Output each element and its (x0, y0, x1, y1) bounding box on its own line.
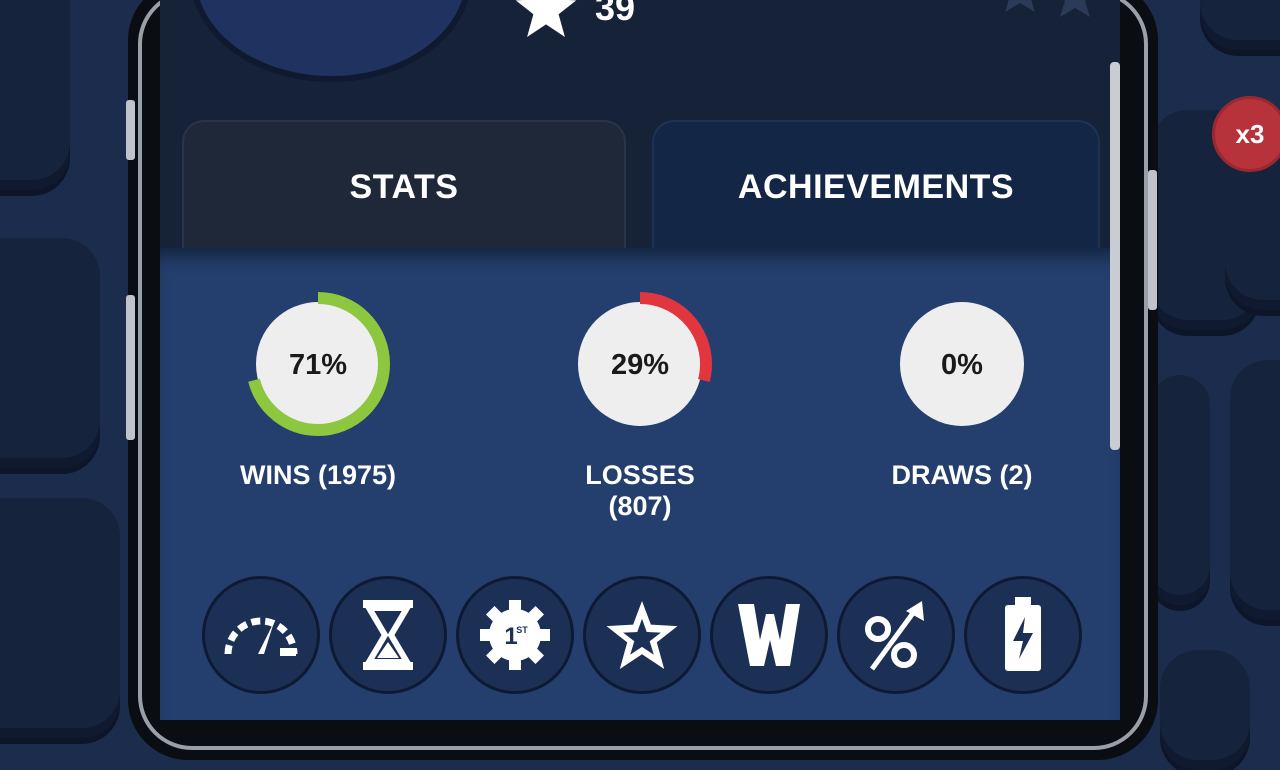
rating-stars-icon (1005, 0, 1090, 17)
star-score: 39 (515, 0, 636, 37)
word-achievement-button[interactable] (710, 576, 828, 694)
star-count: 39 (595, 0, 636, 28)
tab-achievements[interactable]: ACHIEVEMENTS (652, 120, 1100, 252)
phone-side-button (126, 100, 135, 160)
background-tile (1160, 650, 1250, 770)
battery-button[interactable] (964, 576, 1082, 694)
profile-header: 39 STATS ACHIEVEMENTS (160, 0, 1120, 252)
background-tile (0, 238, 100, 468)
draws-percent: 0% (941, 349, 983, 381)
speedometer-button[interactable] (202, 576, 320, 694)
losses-stat: 29% LOSSES (807) (550, 290, 730, 522)
background-tile (1200, 0, 1280, 50)
losses-label: LOSSES (807) (585, 460, 695, 521)
draws-ring: 0% (890, 292, 1034, 436)
background-tile (1230, 360, 1280, 620)
wins-ring: 71% (246, 292, 390, 436)
hourglass-button[interactable] (329, 576, 447, 694)
hourglass-icon (363, 600, 413, 670)
wins-stat: 71% WINS (1975) (228, 290, 408, 491)
losses-percent: 29% (611, 349, 669, 381)
first-place-button[interactable]: 1 ST (456, 576, 574, 694)
losses-ring: 29% (568, 292, 712, 436)
draws-stat: 0% DRAWS (2) (872, 290, 1052, 491)
phone-side-button (126, 295, 135, 440)
stats-panel: 71% WINS (1975) 29% LOSSES (807) 0% DRAW… (160, 248, 1120, 720)
speedometer-icon (224, 617, 298, 656)
background-tile (0, 0, 70, 190)
wins-percent: 71% (289, 349, 347, 381)
app-screen: 39 STATS ACHIEVEMENTS 71% WINS (1975) 29… (160, 0, 1120, 720)
draws-label: DRAWS (2) (891, 460, 1033, 490)
battery-charge-icon (1005, 597, 1041, 671)
player-avatar[interactable] (190, 0, 472, 82)
star-achievement-button[interactable] (583, 576, 701, 694)
wins-label: WINS (1975) (239, 460, 397, 490)
background-tile (1150, 375, 1210, 605)
star-outline-icon (606, 601, 678, 669)
gear-first-place-icon: 1 ST (480, 600, 550, 670)
tab-stats[interactable]: STATS (182, 120, 626, 252)
w-letter-icon (738, 604, 800, 666)
star-icon (515, 0, 577, 37)
scrollbar[interactable] (1110, 62, 1120, 450)
percent-up-icon (865, 601, 924, 671)
svg-text:ST: ST (516, 625, 528, 635)
phone-side-button (1148, 170, 1157, 310)
multiplier-badge: x3 (1212, 96, 1280, 172)
background-tile (0, 498, 120, 738)
percentage-button[interactable] (837, 576, 955, 694)
